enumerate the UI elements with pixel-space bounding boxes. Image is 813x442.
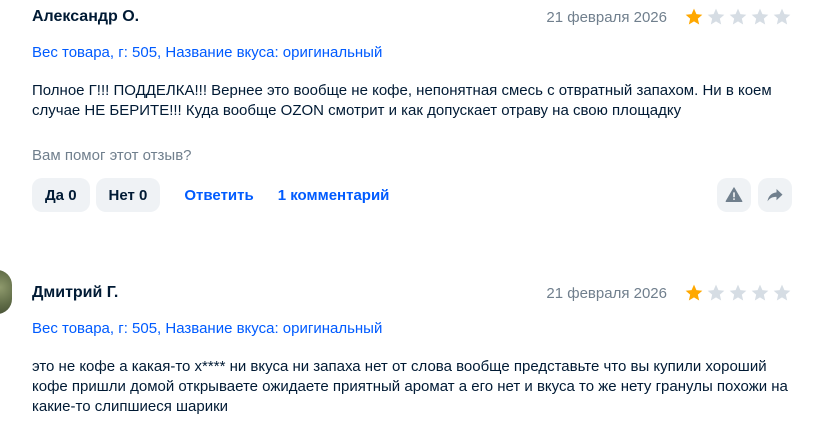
- helpful-yes-button[interactable]: Да 0: [32, 178, 90, 212]
- avatar: [0, 270, 12, 314]
- variant-info-link[interactable]: Вес товара, г: 505, Название вкуса: ориг…: [32, 320, 382, 337]
- star-icon: [685, 8, 703, 25]
- star-empty-icon: [773, 8, 791, 25]
- helpful-question: Вам помог этот отзыв?: [32, 147, 192, 164]
- review-author[interactable]: Александр О.: [32, 8, 139, 26]
- star-empty-icon: [729, 8, 747, 25]
- share-button[interactable]: [758, 178, 792, 212]
- star-empty-icon: [729, 284, 747, 301]
- review-actions: Да 0 Нет 0 Ответить 1 комментарий: [32, 178, 389, 212]
- review-date: 21 февраля 2026: [546, 285, 667, 302]
- share-arrow-icon: [767, 189, 783, 202]
- star-empty-icon: [773, 284, 791, 301]
- reply-button[interactable]: Ответить: [184, 187, 253, 204]
- star-empty-icon: [707, 284, 725, 301]
- review-text: это не кофе а какая-то х**** ни вкуса ни…: [32, 358, 788, 415]
- review-date: 21 февраля 2026: [546, 9, 667, 26]
- report-button[interactable]: [717, 178, 751, 212]
- comments-link[interactable]: 1 комментарий: [278, 187, 390, 204]
- variant-info-link[interactable]: Вес товара, г: 505, Название вкуса: ориг…: [32, 44, 382, 61]
- star-empty-icon: [707, 8, 725, 25]
- warning-icon: [725, 187, 743, 202]
- star-empty-icon: [751, 8, 769, 25]
- rating-stars: [684, 283, 792, 303]
- rating-stars: [684, 7, 792, 27]
- star-icon: [685, 284, 703, 301]
- review-text: Полное Г!!! ПОДДЕЛКА!!! Вернее это вообщ…: [32, 82, 772, 119]
- star-empty-icon: [751, 284, 769, 301]
- helpful-no-button[interactable]: Нет 0: [95, 178, 161, 212]
- review-author[interactable]: Дмитрий Г.: [32, 284, 118, 302]
